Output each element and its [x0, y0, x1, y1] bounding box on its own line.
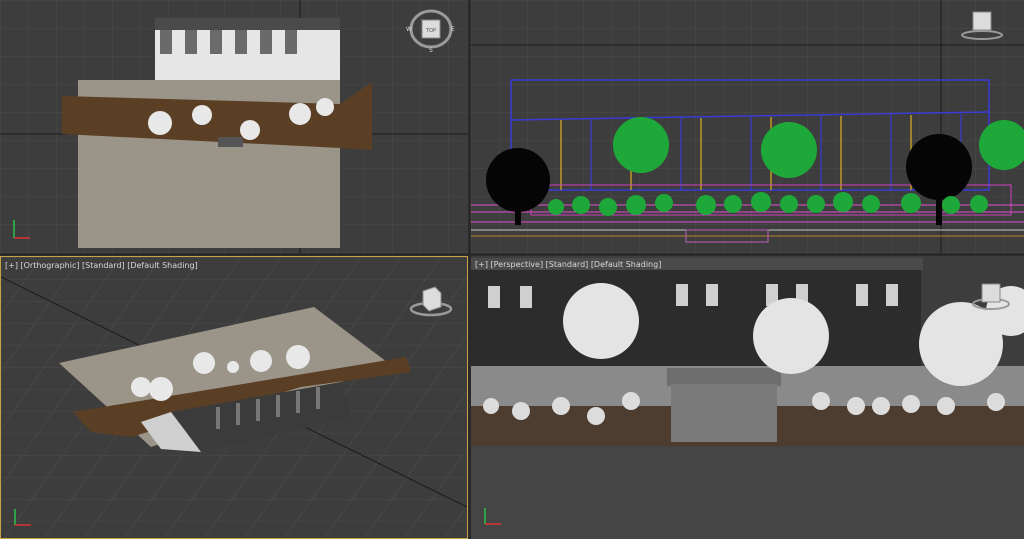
viewport-divider-vertical[interactable]: [468, 0, 471, 539]
front-view-canvas: [471, 0, 1024, 253]
viewport-style-menu[interactable]: [Standard]: [82, 261, 125, 270]
orthographic-viewport-label: [+] [Orthographic] [Standard] [Default S…: [5, 261, 198, 270]
perspective-view-canvas: [471, 256, 1024, 539]
compass-west: W: [406, 26, 412, 33]
perspective-viewport-label: [+] [Perspective] [Standard] [Default Sh…: [475, 260, 661, 269]
viewport-view-menu[interactable]: [Perspective]: [491, 260, 544, 269]
top-viewport[interactable]: TOP W E S: [0, 0, 468, 253]
viewport-shading-menu[interactable]: [Default Shading]: [591, 260, 662, 269]
orthographic-viewport[interactable]: [+] [Orthographic] [Standard] [Default S…: [0, 256, 468, 539]
viewport-style-menu[interactable]: [Standard]: [546, 260, 589, 269]
orthographic-view-canvas: [1, 257, 467, 538]
viewcube-perspective[interactable]: [969, 280, 1013, 312]
viewport-plus-menu[interactable]: [+]: [5, 261, 18, 270]
viewcube-top-face: TOP: [425, 28, 436, 34]
viewport-divider-horizontal[interactable]: [0, 253, 1024, 256]
viewcube-orthographic[interactable]: [407, 281, 455, 319]
compass-south: S: [429, 47, 433, 54]
compass-viewcube[interactable]: TOP W E S: [404, 4, 458, 54]
viewport-view-menu[interactable]: [Orthographic]: [21, 261, 80, 270]
viewport-shading-menu[interactable]: [Default Shading]: [127, 261, 198, 270]
compass-east: E: [451, 26, 455, 33]
perspective-viewport[interactable]: [+] [Perspective] [Standard] [Default Sh…: [471, 256, 1024, 539]
top-view-canvas: [0, 0, 468, 253]
viewport-plus-menu[interactable]: [+]: [475, 260, 488, 269]
viewcube-front[interactable]: [955, 8, 1009, 42]
front-viewport[interactable]: [471, 0, 1024, 253]
